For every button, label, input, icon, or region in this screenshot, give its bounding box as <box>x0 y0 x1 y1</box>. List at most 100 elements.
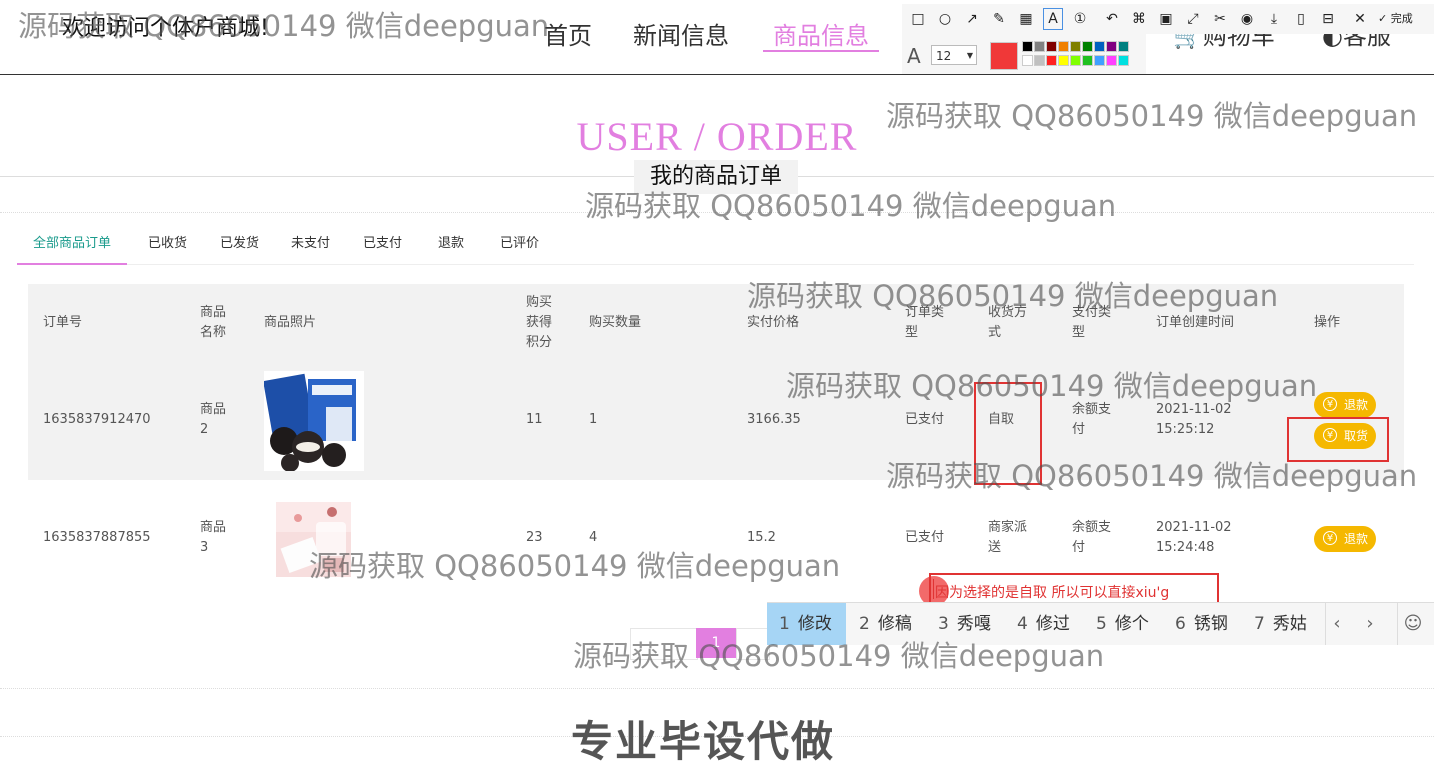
scroll-capture-icon[interactable]: ⤢ <box>1183 8 1203 30</box>
nav-home[interactable]: 首页 <box>544 16 592 51</box>
ime-candidate-7[interactable]: 7 秀姑 <box>1254 603 1307 645</box>
nav-news[interactable]: 新闻信息 <box>633 16 729 51</box>
product-image-pink <box>276 502 351 577</box>
th-actions: 操作 <box>1314 315 1341 330</box>
phone-icon[interactable]: ▯ <box>1291 8 1311 30</box>
cell-pay-type: 余额支付 <box>1072 402 1112 437</box>
text-tool-icon[interactable]: A <box>1043 8 1063 30</box>
ime-prev-page-icon[interactable]: ‹ <box>1325 603 1348 645</box>
ocr-icon[interactable]: ▣ <box>1156 8 1176 30</box>
color-swatch[interactable] <box>1082 41 1093 52</box>
nav-products[interactable]: 商品信息 <box>763 16 879 52</box>
table-header: 订单号 商品名称 商品照片 购买获得积分 购买数量 实付价格 订单类型 收货方式… <box>28 284 1404 364</box>
close-icon[interactable]: ✕ <box>1350 8 1370 30</box>
color-swatch[interactable] <box>1106 41 1117 52</box>
cell-delivery: 商家派送 <box>988 520 1028 555</box>
th-order-no: 订单号 <box>43 315 83 330</box>
cell-created-time: 2021-11-02 15:24:48 <box>1156 520 1232 555</box>
done-button[interactable]: ✓ 完成 <box>1378 8 1413 30</box>
pin-icon[interactable]: ⌘ <box>1129 8 1149 30</box>
record-icon[interactable]: ◉ <box>1237 8 1257 30</box>
divider <box>0 688 1434 689</box>
table-row: 1635837912470 商品2 11 1 3166.35 已支付 自取 余额… <box>28 364 1404 480</box>
section-title-en: USER / ORDER <box>576 114 858 159</box>
font-size-select[interactable]: 12 <box>931 45 977 66</box>
download-icon[interactable]: ⤓ <box>1264 8 1284 30</box>
undo-icon[interactable]: ↶ <box>1102 8 1122 30</box>
divider <box>0 212 1434 213</box>
annotation-rect-delivery <box>974 382 1042 485</box>
color-swatch[interactable] <box>1034 41 1045 52</box>
bookmark-icon[interactable]: ⊟ <box>1318 8 1338 30</box>
cell-quantity: 1 <box>589 412 598 427</box>
th-delivery: 收货方式 <box>988 305 1028 340</box>
color-swatch[interactable] <box>1094 41 1105 52</box>
ime-candidate-1[interactable]: 1 修改 <box>767 603 846 645</box>
color-swatch[interactable] <box>1034 55 1045 66</box>
color-swatch[interactable] <box>1058 41 1069 52</box>
th-order-type: 订单类型 <box>905 305 945 340</box>
th-pay-type: 支付类型 <box>1072 305 1112 340</box>
cell-pay-type: 余额支付 <box>1072 520 1112 555</box>
ime-candidate-3[interactable]: 3 秀嘎 <box>938 603 991 645</box>
tab-received[interactable]: 已收货 <box>148 230 187 263</box>
th-points: 购买获得积分 <box>526 295 553 350</box>
tab-all-orders[interactable]: 全部商品订单 <box>17 230 128 265</box>
cell-order-type: 已支付 <box>905 530 945 545</box>
current-color-swatch[interactable] <box>990 42 1018 70</box>
color-swatch[interactable] <box>1070 41 1081 52</box>
th-price: 实付价格 <box>747 315 800 330</box>
color-swatch[interactable] <box>1022 55 1033 66</box>
tab-unpaid[interactable]: 未支付 <box>291 230 330 263</box>
mosaic-tool-icon[interactable]: ▦ <box>1016 8 1036 30</box>
refund-button[interactable]: ¥ 退款 <box>1314 526 1377 552</box>
color-swatch[interactable] <box>1082 55 1093 66</box>
tab-refund[interactable]: 退款 <box>438 230 464 263</box>
pagination-next[interactable] <box>736 628 770 660</box>
tab-shipped[interactable]: 已发货 <box>220 230 259 263</box>
ime-candidate-6[interactable]: 6 锈钢 <box>1175 603 1228 645</box>
color-swatch[interactable] <box>1106 55 1117 66</box>
cell-price: 3166.35 <box>747 412 801 427</box>
yen-icon: ¥ <box>1323 531 1337 545</box>
cell-product-name: 商品2 <box>200 402 227 437</box>
ime-candidate-4[interactable]: 4 修过 <box>1017 603 1070 645</box>
welcome-text: 欢迎访问个体户商城! <box>62 16 269 41</box>
rectangle-tool-icon[interactable]: □ <box>908 8 928 30</box>
ime-next-page-icon[interactable]: › <box>1359 603 1381 645</box>
cell-created-time: 2021-11-02 15:25:12 <box>1156 402 1232 437</box>
arrow-tool-icon[interactable]: ↗ <box>962 8 982 30</box>
yen-icon: ¥ <box>1323 397 1337 411</box>
ime-emoji-icon[interactable]: ☺ <box>1397 603 1428 645</box>
color-swatch[interactable] <box>1118 41 1129 52</box>
annotation-rect-pickup <box>1287 417 1389 462</box>
cell-quantity: 4 <box>589 530 598 545</box>
section-title-cn: 我的商品订单 <box>634 160 798 194</box>
translate-icon[interactable]: ✂ <box>1210 8 1230 30</box>
color-swatch[interactable] <box>1022 41 1033 52</box>
th-quantity: 购买数量 <box>589 315 642 330</box>
tab-reviewed[interactable]: 已评价 <box>500 230 539 263</box>
ellipse-tool-icon[interactable]: ○ <box>935 8 955 30</box>
th-product-photo: 商品照片 <box>264 315 317 330</box>
pagination-prev[interactable] <box>630 628 698 660</box>
ime-candidate-5[interactable]: 5 修个 <box>1096 603 1149 645</box>
color-swatch[interactable] <box>1094 55 1105 66</box>
ime-candidate-2[interactable]: 2 修稿 <box>859 603 912 645</box>
color-swatch[interactable] <box>1046 55 1057 66</box>
color-swatch[interactable] <box>1046 41 1057 52</box>
cell-points: 23 <box>526 530 543 545</box>
tab-paid[interactable]: 已支付 <box>363 230 402 263</box>
pagination-current-page[interactable]: 1 <box>696 628 736 658</box>
text-cursor <box>933 579 934 599</box>
cell-order-no: 1635837887855 <box>43 530 151 545</box>
number-tool-icon[interactable]: ① <box>1070 8 1090 30</box>
annotation-toolbar: □ ○ ↗ ✎ ▦ A ① ↶ ⌘ ▣ ⤢ ✂ ◉ ⤓ ▯ ⊟ ✕ ✓ 完成 <box>902 4 1434 34</box>
color-swatch[interactable] <box>1118 55 1129 66</box>
pen-tool-icon[interactable]: ✎ <box>989 8 1009 30</box>
refund-button[interactable]: ¥ 退款 <box>1314 392 1377 418</box>
annotation-text-input[interactable]: 因为选择的是自取 所以可以直接xiu'g <box>929 573 1219 605</box>
color-swatch[interactable] <box>1058 55 1069 66</box>
color-swatch[interactable] <box>1070 55 1081 66</box>
font-size-icon: A <box>907 44 921 68</box>
